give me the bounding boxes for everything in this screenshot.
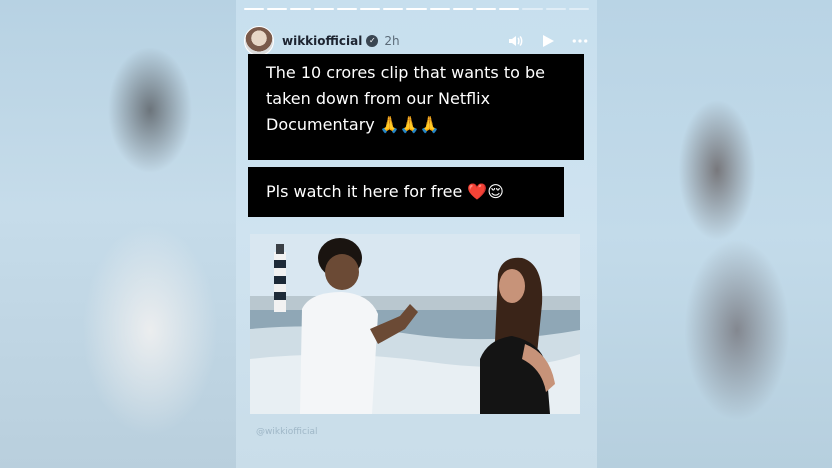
blurred-background-left (0, 0, 236, 468)
progress-segment (383, 8, 404, 10)
progress-segment (406, 8, 427, 10)
progress-segment (452, 8, 474, 10)
embedded-photo[interactable] (250, 234, 580, 414)
play-icon[interactable] (539, 32, 557, 50)
photo-watermark: @wikkiofficial (256, 427, 318, 437)
time-ago: 2h (384, 34, 400, 48)
progress-segment (267, 8, 288, 10)
progress-segment (290, 8, 311, 10)
speaker-icon[interactable] (507, 32, 525, 50)
story-header: wikkiofficial ✓ 2h (244, 24, 589, 58)
progress-segment (360, 8, 381, 10)
progress-segment (499, 8, 520, 10)
blurred-background-right (597, 0, 832, 468)
caption-box-secondary: Pls watch it here for free ❤️😌 (248, 167, 564, 217)
story-controls (507, 32, 589, 50)
progress-segment (313, 8, 334, 10)
avatar[interactable] (244, 26, 274, 56)
progress-segment (522, 8, 543, 10)
progress-segment (429, 8, 450, 10)
progress-segment (244, 8, 265, 10)
story-card[interactable]: wikkiofficial ✓ 2h The 10 crores clip th… (236, 0, 597, 468)
progress-segment (476, 8, 497, 10)
username[interactable]: wikkiofficial (282, 34, 362, 48)
caption-box-main: The 10 crores clip that wants to be take… (248, 54, 584, 160)
story-progress-bar (244, 8, 590, 11)
verified-badge-icon: ✓ (366, 35, 379, 47)
more-options-icon[interactable] (571, 32, 589, 50)
beach-scene-image (250, 234, 580, 414)
progress-segment (545, 8, 566, 10)
progress-segment (568, 8, 590, 10)
progress-segment (336, 8, 358, 10)
